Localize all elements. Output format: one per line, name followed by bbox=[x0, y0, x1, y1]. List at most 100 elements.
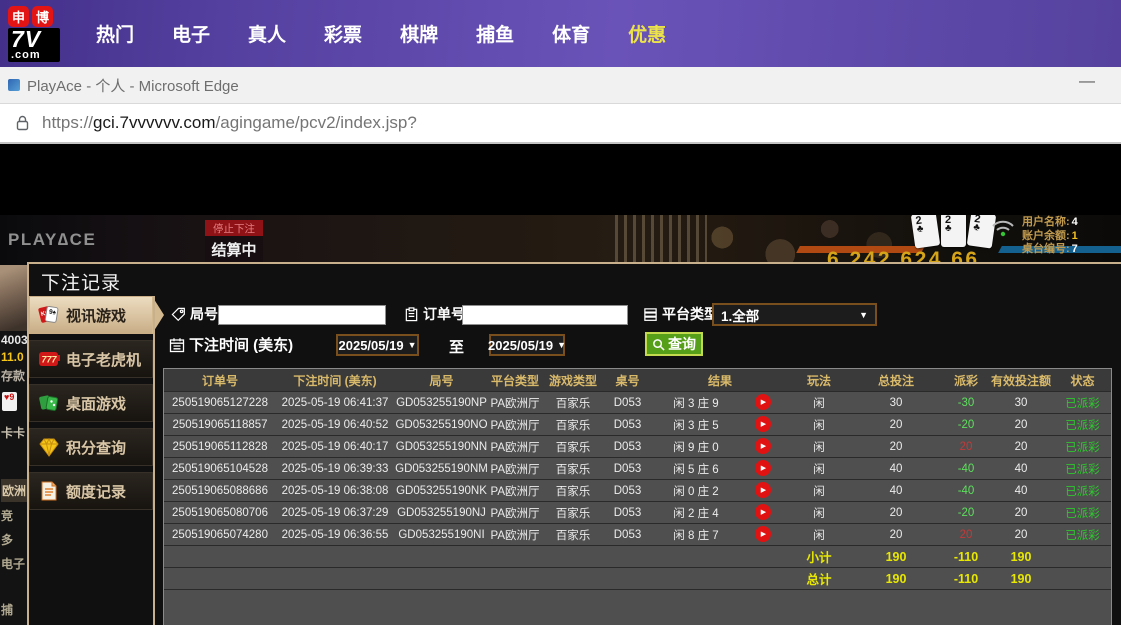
nav-item-优惠[interactable]: 优惠 bbox=[628, 20, 666, 47]
play-type-cell: 闲 bbox=[790, 414, 848, 435]
cell: D053 bbox=[605, 436, 650, 457]
round-number-input[interactable] bbox=[218, 305, 386, 325]
result-cell: 闲 0 庄 2▶ bbox=[650, 480, 790, 501]
total-bet-cell: 30 bbox=[848, 392, 944, 413]
play-video-icon[interactable]: ▶ bbox=[755, 438, 771, 454]
empty-cell bbox=[1054, 546, 1111, 567]
nav-item-真人[interactable]: 真人 bbox=[248, 20, 286, 47]
play-video-icon[interactable]: ▶ bbox=[755, 504, 771, 520]
table-row: 2505190650807062025-05-19 06:37:29GD0532… bbox=[164, 501, 1111, 523]
sidebar-item-视讯游戏[interactable]: K♥9♠视讯游戏 bbox=[29, 296, 153, 334]
play-video-icon[interactable]: ▶ bbox=[755, 416, 771, 432]
list-icon bbox=[643, 307, 658, 322]
url-text[interactable]: https://gci.7vvvvvv.com/agingame/pcv2/in… bbox=[42, 113, 417, 133]
payout-cell: -30 bbox=[944, 392, 988, 413]
total-bet-cell: 20 bbox=[848, 502, 944, 523]
background-page-strip: ♥9 400311.0存款卡卡欧洲竞多电子捕 bbox=[0, 265, 27, 625]
wifi-icon bbox=[990, 218, 1016, 243]
chevron-down-icon: ▼ bbox=[557, 340, 566, 350]
calendar-icon bbox=[169, 337, 185, 353]
play-type-cell: 闲 bbox=[790, 524, 848, 545]
total-bet-cell: 40 bbox=[848, 458, 944, 479]
sidebar-item-额度记录[interactable]: 额度记录 bbox=[29, 472, 153, 510]
account-info: 用户名称:4账户余额:1桌台编号:7 bbox=[1022, 216, 1078, 257]
table-body: 2505190651272282025-05-19 06:41:37GD0532… bbox=[164, 391, 1111, 625]
result-text: 闲 3 庄 5 bbox=[650, 414, 742, 435]
nav-item-棋牌[interactable]: 棋牌 bbox=[400, 20, 438, 47]
sidebar-item-桌面游戏[interactable]: 桌面游戏 bbox=[29, 384, 153, 422]
cell: PA欧洲厅 bbox=[489, 392, 541, 413]
cell: 百家乐 bbox=[541, 480, 605, 501]
payout-cell: -40 bbox=[944, 458, 988, 479]
valid-bet-sum: 190 bbox=[988, 546, 1054, 567]
order-number-input[interactable] bbox=[462, 305, 628, 325]
play-video-icon[interactable]: ▶ bbox=[755, 394, 771, 410]
minimize-button[interactable]: — bbox=[1079, 73, 1095, 91]
sidebar-item-积分查询[interactable]: 积分查询 bbox=[29, 428, 153, 466]
site-logo[interactable]: 申 博 7V .com bbox=[8, 6, 70, 62]
column-header: 总投注 bbox=[848, 369, 944, 391]
status-badge: 已派彩 bbox=[1054, 392, 1111, 413]
browser-urlbar[interactable]: https://gci.7vvvvvv.com/agingame/pcv2/in… bbox=[0, 104, 1121, 144]
payout-cell: 20 bbox=[944, 524, 988, 545]
cell: 2025-05-19 06:36:55 bbox=[276, 524, 394, 545]
background-fragment: 多 bbox=[1, 531, 13, 548]
playing-card: 2♣ bbox=[941, 215, 966, 247]
play-type-cell: 闲 bbox=[790, 436, 848, 457]
empty-cell bbox=[650, 568, 790, 589]
empty-cell bbox=[164, 568, 276, 589]
points-query-icon bbox=[37, 435, 61, 459]
cell: GD053255190NJ bbox=[394, 502, 489, 523]
status-badge: 已派彩 bbox=[1054, 458, 1111, 479]
total-bet-sum: 190 bbox=[848, 568, 944, 589]
column-header: 有效投注额 bbox=[988, 369, 1054, 391]
play-video-icon[interactable]: ▶ bbox=[755, 526, 771, 542]
total-bet-sum: 190 bbox=[848, 546, 944, 567]
valid-bet-cell: 40 bbox=[988, 480, 1054, 501]
background-fragment: 欧洲 bbox=[1, 479, 27, 502]
quota-records-icon bbox=[37, 479, 61, 503]
empty-cell bbox=[394, 568, 489, 589]
status-badge: 已派彩 bbox=[1054, 480, 1111, 501]
cell: GD053255190NN bbox=[394, 436, 489, 457]
nav-item-电子[interactable]: 电子 bbox=[172, 20, 210, 47]
account-line: 账户余额:1 bbox=[1022, 230, 1078, 244]
total-bet-cell: 20 bbox=[848, 436, 944, 457]
nav-item-热门[interactable]: 热门 bbox=[96, 20, 134, 47]
date-from-picker[interactable]: 2025/05/19 ▼ bbox=[336, 334, 419, 356]
nav-item-体育[interactable]: 体育 bbox=[552, 20, 590, 47]
play-video-icon[interactable]: ▶ bbox=[755, 482, 771, 498]
nav-items: 热门 电子 真人 彩票 棋牌 捕鱼 体育 优惠 bbox=[96, 20, 666, 47]
column-header: 桌号 bbox=[605, 369, 650, 391]
table-row: 2505190650886862025-05-19 06:38:08GD0532… bbox=[164, 479, 1111, 501]
date-to-picker[interactable]: 2025/05/19 ▼ bbox=[489, 334, 565, 356]
valid-bet-cell: 30 bbox=[988, 392, 1054, 413]
sidebar-item-电子老虎机[interactable]: 777电子老虎机 bbox=[29, 340, 153, 378]
column-header: 下注时间 (美东) bbox=[276, 369, 394, 391]
valid-bet-cell: 20 bbox=[988, 502, 1054, 523]
result-text: 闲 9 庄 0 bbox=[650, 436, 742, 457]
cell: 250519065080706 bbox=[164, 502, 276, 523]
cell: GD053255190NI bbox=[394, 524, 489, 545]
valid-bet-sum: 190 bbox=[988, 568, 1054, 589]
search-button[interactable]: 查询 bbox=[645, 332, 703, 356]
nav-item-彩票[interactable]: 彩票 bbox=[324, 20, 362, 47]
round-number-label: 局号 bbox=[171, 304, 218, 324]
settling-badge: 结算中 bbox=[205, 236, 263, 262]
cell: 百家乐 bbox=[541, 392, 605, 413]
play-type-cell: 闲 bbox=[790, 458, 848, 479]
account-label: 账户余额: bbox=[1022, 230, 1070, 242]
nav-item-捕鱼[interactable]: 捕鱼 bbox=[476, 20, 514, 47]
empty-cell bbox=[605, 568, 650, 589]
result-text: 闲 8 庄 7 bbox=[650, 524, 742, 545]
payout-cell: -40 bbox=[944, 480, 988, 501]
platform-type-select[interactable]: 1.全部 ▼ bbox=[712, 303, 877, 326]
table-row: 2505190651272282025-05-19 06:41:37GD0532… bbox=[164, 391, 1111, 413]
table-row: 2505190650742802025-05-19 06:36:55GD0532… bbox=[164, 523, 1111, 545]
cell: 250519065088686 bbox=[164, 480, 276, 501]
table-row: 2505190651045282025-05-19 06:39:33GD0532… bbox=[164, 457, 1111, 479]
play-video-icon[interactable]: ▶ bbox=[755, 460, 771, 476]
card-icon: ♥9 bbox=[2, 392, 17, 411]
to-label: 至 bbox=[449, 336, 464, 357]
cell: 250519065127228 bbox=[164, 392, 276, 413]
